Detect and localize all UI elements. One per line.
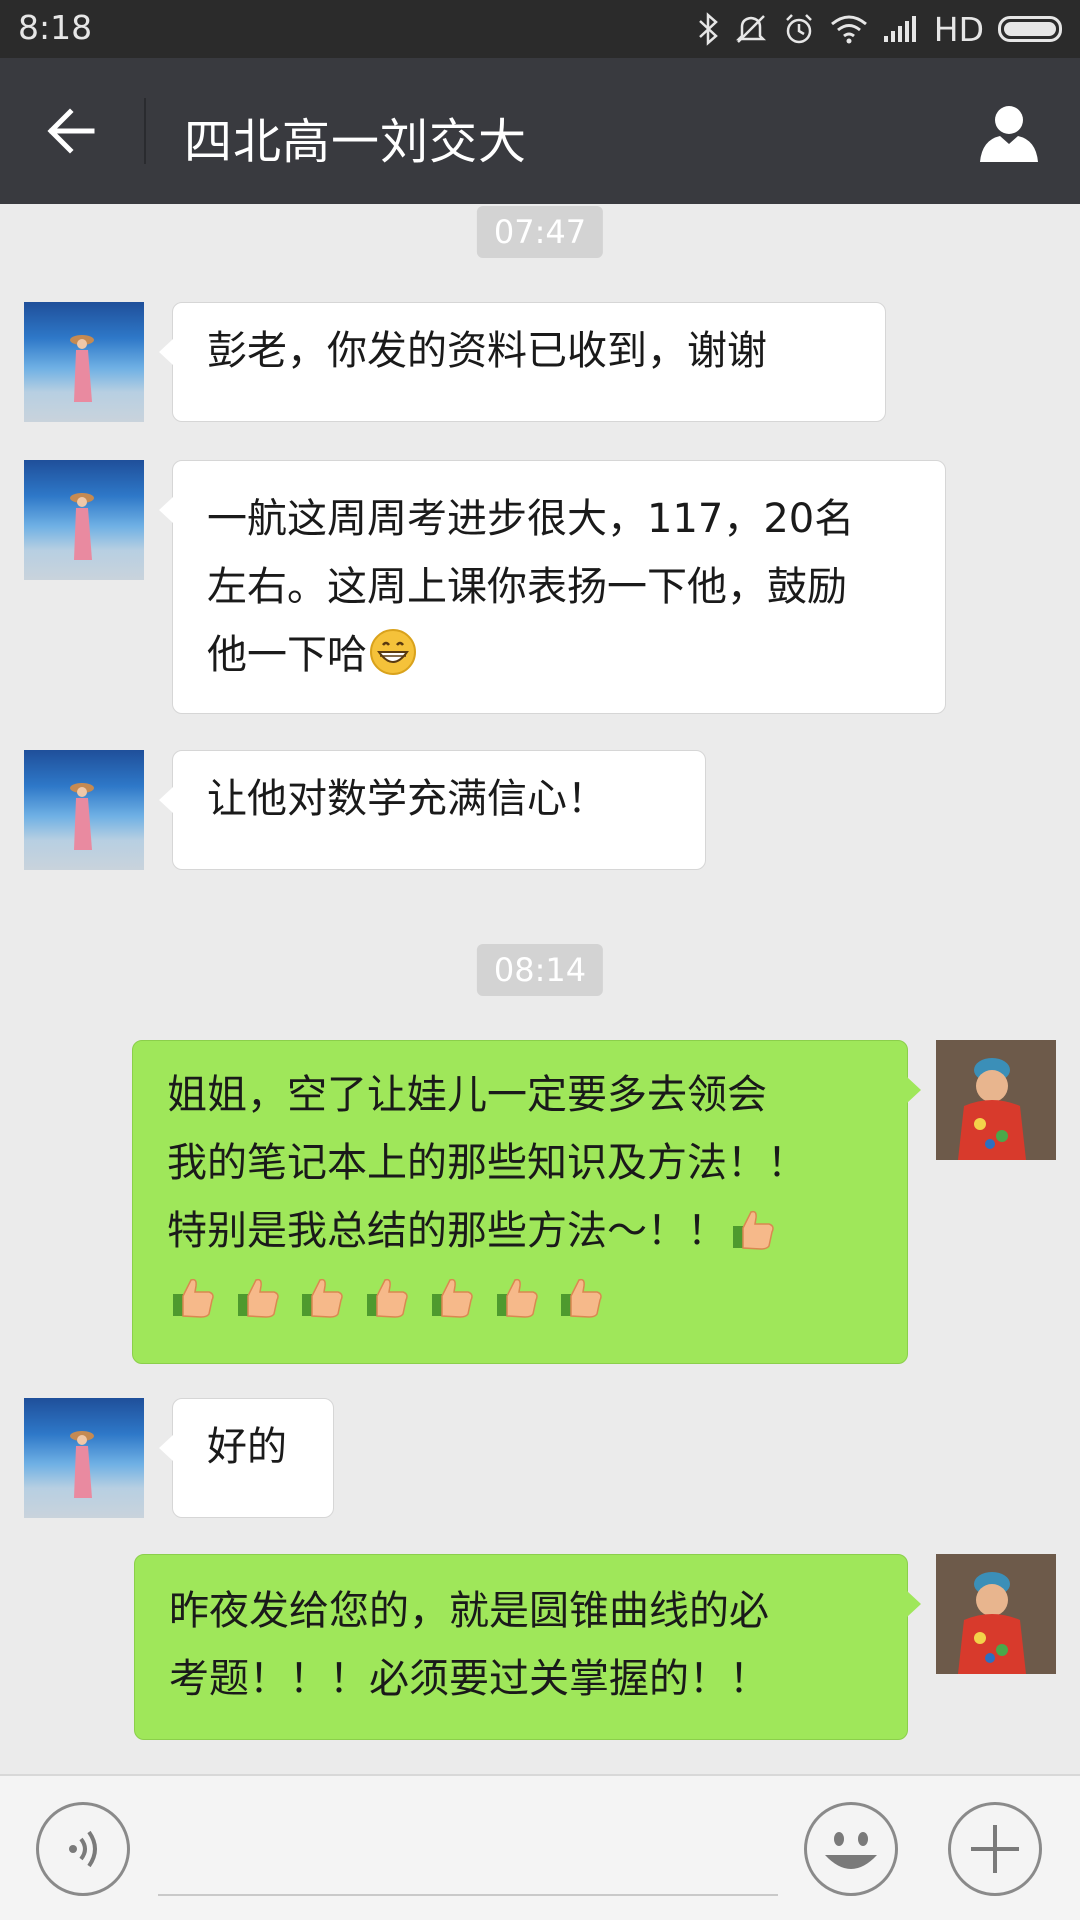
- back-arrow-icon[interactable]: [40, 98, 106, 164]
- chat-title: 四北高一刘交大: [184, 114, 528, 170]
- plus-button[interactable]: [948, 1802, 1042, 1896]
- message-text: 特别是我总结的那些方法～！！: [167, 1208, 727, 1254]
- timestamp: 07:47: [476, 206, 604, 258]
- message-bubble-sent[interactable]: 姐姐，空了让娃儿一定要多去领会 我的笔记本上的那些知识及方法！！ 特别是我总结的…: [132, 1040, 921, 1364]
- wifi-icon: [830, 15, 867, 44]
- message-text: 让他对数学充满信心！: [207, 776, 607, 822]
- thumbs-up-emoji: [237, 1278, 279, 1318]
- message-text: 彭老，你发的资料已收到，谢谢: [207, 328, 767, 374]
- thumbs-up-emoji: [431, 1278, 473, 1318]
- emoji-face-icon: [825, 1832, 877, 1869]
- status-icons: HD: [696, 6, 1062, 52]
- contact-avatar[interactable]: [24, 1398, 144, 1518]
- avatar-image: [936, 1554, 1056, 1674]
- thumbs-up-emoji: [561, 1278, 603, 1318]
- contact-avatar[interactable]: [24, 302, 144, 422]
- thumbs-up-emoji: [302, 1278, 344, 1318]
- message-bubble-received[interactable]: 让他对数学充满信心！: [159, 750, 706, 870]
- status-bar: 8:18 HD: [0, 0, 1080, 58]
- thumbs-up-row: [167, 1265, 873, 1333]
- message-text: 姐姐，空了让娃儿一定要多去领会: [167, 1072, 767, 1118]
- avatar-image: [70, 493, 94, 560]
- avatar-image: [70, 335, 94, 402]
- grinning-face-emoji: [370, 629, 416, 675]
- bluetooth-icon: [698, 12, 718, 46]
- contact-avatar[interactable]: [24, 460, 144, 580]
- message-bubble-received[interactable]: 彭老，你发的资料已收到，谢谢: [159, 302, 886, 422]
- signal-icon: [883, 16, 916, 42]
- message-text: 左右。这周上课你表扬一下他，鼓励: [207, 564, 847, 610]
- my-avatar[interactable]: [936, 1040, 1056, 1160]
- input-underline: [158, 1894, 778, 1896]
- avatar-image: [70, 1431, 94, 1498]
- message-text: 他一下哈: [207, 632, 367, 678]
- message-text: 一航这周周考进步很大，117，20名: [207, 496, 855, 542]
- message-bubble-received[interactable]: 一航这周周考进步很大，117，20名 左右。这周上课你表扬一下他，鼓励 他一下哈: [159, 460, 946, 714]
- message-bubble-received[interactable]: 好的: [159, 1398, 334, 1518]
- status-time: 8:18: [18, 8, 93, 47]
- voice-icon: [69, 1830, 97, 1868]
- message-text: 考题！！！必须要过关掌握的！！: [169, 1656, 769, 1702]
- avatar-image: [936, 1040, 1056, 1160]
- my-avatar[interactable]: [936, 1554, 1056, 1674]
- header-divider: [144, 98, 146, 164]
- message-bubble-sent[interactable]: 昨夜发给您的，就是圆锥曲线的必 考题！！！必须要过关掌握的！！: [134, 1554, 921, 1740]
- avatar-image: [70, 783, 94, 850]
- emoji-button[interactable]: [804, 1802, 898, 1896]
- message-text: 昨夜发给您的，就是圆锥曲线的必: [169, 1588, 769, 1634]
- network-label: HD: [933, 9, 984, 49]
- message-list[interactable]: 07:47 彭老，你发的资料已收到，谢谢 一航这周周考进步很大，117，20名 …: [0, 204, 1080, 1774]
- voice-button[interactable]: [36, 1802, 130, 1896]
- plus-icon: [971, 1825, 1019, 1873]
- thumbs-up-emoji: [173, 1278, 214, 1318]
- person-icon[interactable]: [976, 100, 1042, 166]
- message-text: 好的: [207, 1424, 287, 1470]
- alarm-icon: [785, 14, 812, 44]
- timestamp: 08:14: [476, 944, 604, 996]
- chat-header: 四北高一刘交大: [0, 58, 1080, 204]
- input-bar: [0, 1774, 1080, 1920]
- message-input[interactable]: [158, 1806, 782, 1894]
- mute-icon: [735, 15, 766, 43]
- thumbs-up-emoji: [733, 1210, 774, 1250]
- thumbs-up-emoji: [496, 1278, 538, 1318]
- thumbs-up-emoji: [367, 1278, 408, 1318]
- battery-icon: [998, 16, 1062, 42]
- message-text: 我的笔记本上的那些知识及方法！！: [167, 1140, 807, 1186]
- contact-avatar[interactable]: [24, 750, 144, 870]
